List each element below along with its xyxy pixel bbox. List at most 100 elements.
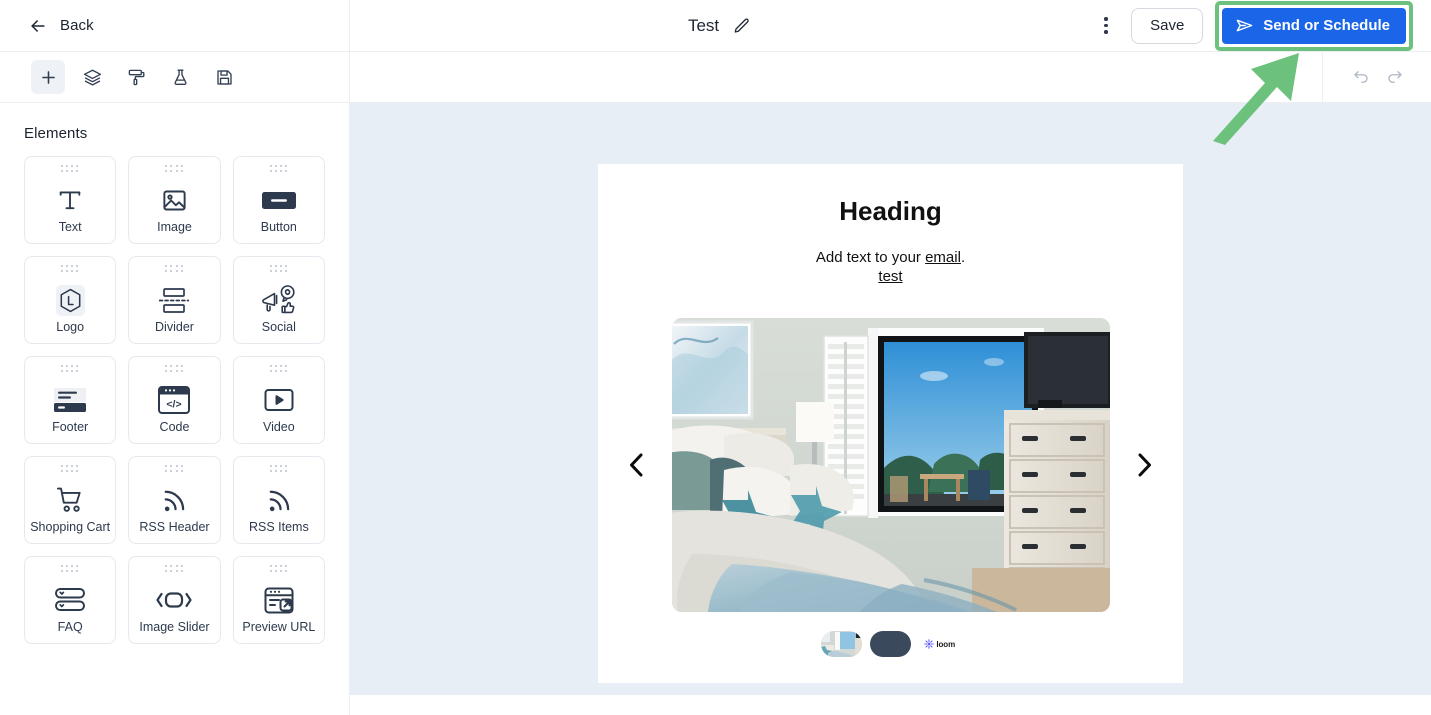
- loom-logo-icon: [924, 639, 934, 650]
- undo-button[interactable]: [1347, 63, 1375, 91]
- paragraph-text-after: .: [960, 249, 966, 267]
- header-actions: Save Send or Schedule: [1089, 0, 1431, 52]
- element-card-rss-header[interactable]: RSS Header: [128, 456, 221, 544]
- element-label: Video: [262, 420, 295, 434]
- plus-icon: [41, 70, 55, 84]
- drag-handle-dots-icon[interactable]: [164, 565, 184, 574]
- save-button[interactable]: Save: [1131, 7, 1204, 44]
- element-label: Code: [159, 420, 190, 434]
- button-icon: [234, 180, 324, 220]
- image-slider-block[interactable]: [598, 315, 1183, 615]
- divider-icon: [129, 280, 219, 320]
- element-card-logo[interactable]: Logo: [24, 256, 117, 344]
- send-button-highlight: Send or Schedule: [1215, 0, 1413, 51]
- drag-handle-dots-icon[interactable]: [269, 565, 289, 574]
- chevron-right-icon: [1138, 453, 1151, 477]
- test-tool[interactable]: [163, 60, 197, 94]
- element-label: Divider: [155, 320, 194, 334]
- send-or-schedule-button[interactable]: Send or Schedule: [1222, 7, 1406, 44]
- element-card-divider[interactable]: Divider: [128, 256, 221, 344]
- left-sidebar: Elements Text Image Button Logo Divider …: [0, 52, 350, 715]
- sidebar-toolbar: [0, 52, 349, 103]
- slider-next-button[interactable]: [1127, 448, 1161, 482]
- toolbar-divider: [1322, 51, 1323, 103]
- drag-handle-dots-icon[interactable]: [269, 165, 289, 174]
- video-icon: [234, 380, 324, 420]
- slider-thumb-bedroom-photo-slide[interactable]: [820, 631, 862, 658]
- canvas-area: Heading Add text to your email. test loo…: [350, 51, 1431, 715]
- email-paragraph[interactable]: Add text to your email.: [598, 249, 1183, 266]
- bedroom-photo: [671, 318, 1110, 613]
- element-card-shopping-cart[interactable]: Shopping Cart: [24, 456, 117, 544]
- layers-icon: [83, 69, 101, 86]
- redo-button[interactable]: [1381, 63, 1409, 91]
- element-card-footer[interactable]: Footer: [24, 356, 117, 444]
- slider-thumbnails: loom: [598, 631, 1183, 683]
- slider-thumb-dark-slide[interactable]: [869, 631, 911, 658]
- drag-handle-dots-icon[interactable]: [269, 365, 289, 374]
- element-card-image-slider[interactable]: Image Slider: [128, 556, 221, 644]
- image-icon: [129, 180, 219, 220]
- email-heading[interactable]: Heading: [598, 196, 1183, 227]
- back-button[interactable]: Back: [0, 0, 350, 52]
- element-label: Image Slider: [139, 620, 210, 634]
- styles-tool[interactable]: [119, 60, 153, 94]
- element-card-image[interactable]: Image: [128, 156, 221, 244]
- page-title: Test: [687, 15, 720, 35]
- element-label: RSS Items: [248, 520, 309, 534]
- paper-plane-icon: [1236, 19, 1253, 32]
- code-icon: </>: [129, 380, 219, 420]
- drag-handle-dots-icon[interactable]: [60, 465, 80, 474]
- element-card-preview-url[interactable]: Preview URL: [232, 556, 325, 644]
- drag-handle-dots-icon[interactable]: [164, 365, 184, 374]
- slider-thumb-loom-slide[interactable]: loom: [918, 631, 961, 658]
- drag-handle-dots-icon[interactable]: [60, 365, 80, 374]
- email-canvas-stage[interactable]: Heading Add text to your email. test loo…: [350, 103, 1431, 695]
- save-template-tool[interactable]: [207, 60, 241, 94]
- email-second-line[interactable]: test: [598, 268, 1183, 285]
- rss-icon: [234, 480, 324, 520]
- logo-icon: [25, 280, 115, 320]
- drag-handle-dots-icon[interactable]: [60, 565, 80, 574]
- paint-roller-icon: [128, 69, 144, 85]
- add-element-tool[interactable]: [31, 60, 65, 94]
- drag-handle-dots-icon[interactable]: [269, 465, 289, 474]
- element-card-video[interactable]: Video: [232, 356, 325, 444]
- faq-icon: [25, 580, 115, 620]
- drag-handle-dots-icon[interactable]: [60, 265, 80, 274]
- drag-handle-dots-icon[interactable]: [164, 165, 184, 174]
- layers-tool[interactable]: [75, 60, 109, 94]
- text-icon: [25, 180, 115, 220]
- test-inline-link[interactable]: test: [878, 268, 902, 285]
- element-label: Footer: [52, 420, 89, 434]
- drag-handle-dots-icon[interactable]: [164, 265, 184, 274]
- kebab-menu-icon[interactable]: [1089, 9, 1123, 43]
- rss-icon: [129, 480, 219, 520]
- element-card-code[interactable]: </> Code: [128, 356, 221, 444]
- drag-handle-dots-icon[interactable]: [164, 465, 184, 474]
- element-card-faq[interactable]: FAQ: [24, 556, 117, 644]
- shopping-cart-icon: [25, 480, 115, 520]
- element-card-social[interactable]: Social: [232, 256, 325, 344]
- email-inline-link[interactable]: email: [925, 249, 961, 266]
- email-body[interactable]: Heading Add text to your email. test loo…: [598, 164, 1183, 684]
- footer-icon: [25, 380, 115, 420]
- image-slider-icon: [129, 580, 219, 620]
- drag-handle-dots-icon[interactable]: [269, 265, 289, 274]
- flask-icon: [173, 69, 187, 85]
- element-card-button[interactable]: Button: [232, 156, 325, 244]
- slider-prev-button[interactable]: [620, 448, 654, 482]
- element-card-text[interactable]: Text: [24, 156, 117, 244]
- element-label: FAQ: [57, 620, 83, 634]
- slider-active-image[interactable]: [671, 318, 1110, 613]
- redo-icon: [1388, 71, 1402, 83]
- element-label: Shopping Cart: [30, 520, 111, 534]
- svg-text:</>: </>: [167, 399, 182, 411]
- drag-handle-dots-icon[interactable]: [60, 165, 80, 174]
- element-label: Preview URL: [242, 620, 316, 634]
- send-button-label: Send or Schedule: [1263, 17, 1390, 34]
- element-label: Button: [260, 220, 297, 234]
- element-card-rss-items[interactable]: RSS Items: [232, 456, 325, 544]
- element-label: Logo: [56, 320, 85, 334]
- pencil-icon[interactable]: [733, 17, 751, 35]
